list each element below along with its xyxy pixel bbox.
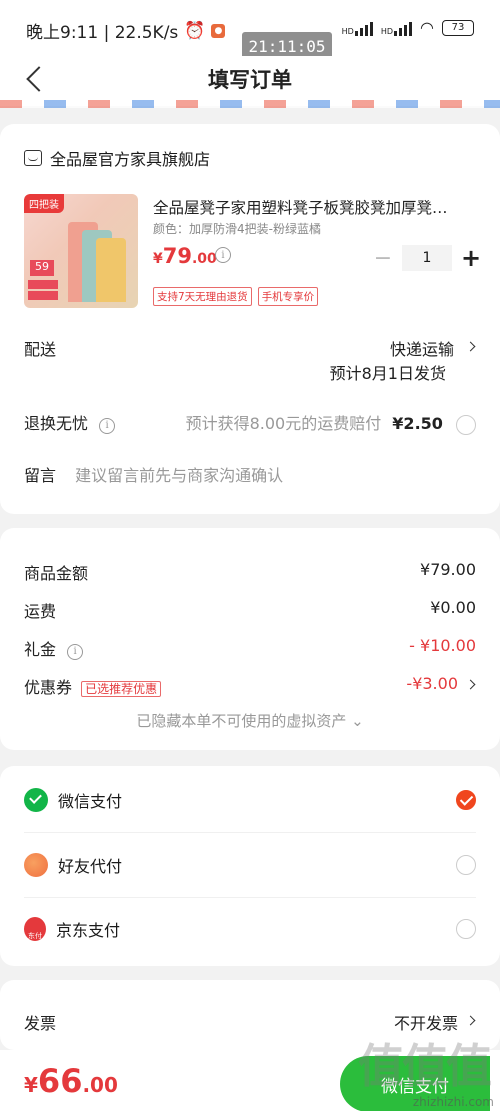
wechat-pay-icon	[24, 788, 48, 812]
payment-radio[interactable]	[456, 919, 476, 939]
price-int: 79	[162, 244, 192, 268]
price-summary-card: 商品金额 ¥79.00 运费 ¥0.00 礼金 i - ¥10.00 优惠券 已…	[0, 528, 500, 750]
gift-value: - ¥10.00	[409, 636, 476, 655]
jd-pay-icon: 东付	[24, 917, 46, 941]
product-image-badge	[28, 280, 58, 289]
payment-jd[interactable]: 东付 京东支付	[24, 897, 476, 961]
chevron-right-icon	[465, 679, 476, 690]
decrease-button[interactable]: −	[372, 246, 394, 271]
goods-amount-label: 商品金额	[24, 564, 89, 583]
product-spec: 颜色：加厚防滑4把装-粉绿蓝橘	[153, 222, 321, 236]
status-right: HD HD ◠ 73	[342, 18, 474, 37]
payment-label: 京东支付	[56, 921, 121, 940]
watermark-logo: 值值值	[358, 1039, 492, 1093]
coupon-value: -¥3.00	[406, 674, 458, 693]
delivery-method: 快递运输	[389, 340, 454, 359]
message-row[interactable]: 留言 建议留言前先与商家沟通确认	[24, 462, 476, 486]
signal-icon-2: HD	[380, 20, 413, 36]
product-tag: 手机专享价	[257, 287, 319, 306]
gift-label: 礼金	[24, 640, 57, 659]
total-dec: .00	[82, 1073, 118, 1097]
payment-card: 微信支付 好友代付 东付 京东支付	[0, 766, 500, 966]
status-time-speed: 晚上9:11 | 22.5K/s	[26, 23, 179, 43]
net-label-1: HD	[341, 26, 354, 36]
product-image[interactable]: 四把装 59	[24, 194, 138, 308]
total-currency: ¥	[24, 1073, 38, 1097]
coupon-tag: 已选推荐优惠	[81, 681, 162, 697]
product-tags: 支持7天无理由退货 手机专享价	[153, 287, 319, 306]
price-dec: .00	[191, 251, 217, 267]
shipping-value: ¥0.00	[430, 598, 476, 617]
shop-name: 全品屋官方家具旗舰店	[50, 150, 211, 169]
page-title: 填写订单	[208, 68, 292, 92]
delivery-row[interactable]: 配送 快递运输	[24, 336, 476, 360]
product-tag: 支持7天无理由退货	[153, 287, 252, 306]
gift-row: 礼金 i - ¥10.00	[24, 636, 476, 660]
delivery-label: 配送	[24, 340, 57, 359]
product-image-tag: 四把装	[24, 194, 64, 213]
quantity-value[interactable]: 1	[402, 245, 452, 271]
address-border-decoration	[0, 100, 500, 108]
increase-button[interactable]: +	[460, 244, 482, 272]
product-image-badge	[28, 291, 58, 300]
coupon-label: 优惠券	[24, 678, 73, 697]
shop-header[interactable]: 全品屋官方家具旗舰店	[24, 146, 210, 170]
product-image-price: 59	[30, 260, 54, 276]
shipping-label: 运费	[24, 602, 57, 621]
status-left: 晚上9:11 | 22.5K/s ⏰ ●	[26, 18, 226, 43]
invoice-label: 发票	[24, 1014, 57, 1033]
friend-pay-icon	[24, 853, 48, 877]
delivery-estimate: 预计8月1日发货	[329, 364, 446, 383]
return-price: ¥2.50	[392, 414, 443, 433]
payment-wechat[interactable]: 微信支付	[24, 768, 476, 832]
payment-radio[interactable]	[456, 855, 476, 875]
total-int: 66	[37, 1062, 83, 1100]
return-right: 预计获得8.00元的运费赔付 ¥2.50	[186, 410, 476, 435]
shipping-row: 运费 ¥0.00	[24, 598, 476, 622]
return-radio[interactable]	[456, 414, 476, 435]
message-label: 留言	[24, 466, 57, 485]
watermark: zhizhizhi.com	[412, 1095, 494, 1109]
payment-label: 微信支付	[58, 792, 123, 811]
payment-label: 好友代付	[58, 857, 123, 876]
product-name[interactable]: 全品屋凳子家用塑料凳子板凳胶凳加厚凳…	[153, 196, 473, 218]
net-label-2: HD	[380, 26, 394, 36]
message-input[interactable]: 建议留言前先与商家沟通确认	[75, 466, 283, 485]
quantity-stepper: − 1 +	[372, 244, 482, 272]
goods-amount-value: ¥79.00	[420, 560, 476, 579]
chevron-right-icon	[465, 1015, 476, 1026]
chevron-right-icon	[465, 341, 476, 352]
order-total: ¥66.00	[24, 1062, 118, 1100]
info-icon[interactable]: i	[99, 417, 116, 434]
hidden-assets-toggle[interactable]: 已隐藏本单不可使用的虚拟资产 ⌄	[0, 710, 500, 731]
coupon-row[interactable]: 优惠券 已选推荐优惠 -¥3.00	[24, 674, 476, 698]
alarm-icon: ⏰	[184, 20, 206, 41]
stool-graphic	[96, 238, 126, 302]
gift-info-icon[interactable]: i	[67, 643, 84, 660]
signal-icon: HD	[342, 20, 373, 36]
price-info-icon[interactable]: i	[215, 247, 231, 263]
battery-icon: 73	[442, 19, 474, 36]
return-worry-free-row[interactable]: 退换无忧 i 预计获得8.00元的运费赔付 ¥2.50	[24, 410, 476, 435]
wifi-icon: ◠	[420, 18, 434, 37]
header: 填写订单	[0, 56, 500, 106]
product-price: ¥79.00	[153, 244, 217, 268]
payment-friend[interactable]: 好友代付	[24, 833, 476, 897]
payment-radio-selected[interactable]	[456, 790, 476, 810]
app-notification-icon: ●	[211, 23, 226, 38]
return-desc: 预计获得8.00元的运费赔付	[185, 414, 382, 433]
goods-amount-row: 商品金额 ¥79.00	[24, 560, 476, 584]
shop-icon	[24, 150, 42, 166]
price-currency: ¥	[153, 251, 163, 267]
order-item-card: 全品屋官方家具旗舰店 四把装 59 全品屋凳子家用塑料凳子板凳胶凳加厚凳… 颜色…	[0, 124, 500, 514]
return-label: 退换无忧	[24, 414, 89, 433]
